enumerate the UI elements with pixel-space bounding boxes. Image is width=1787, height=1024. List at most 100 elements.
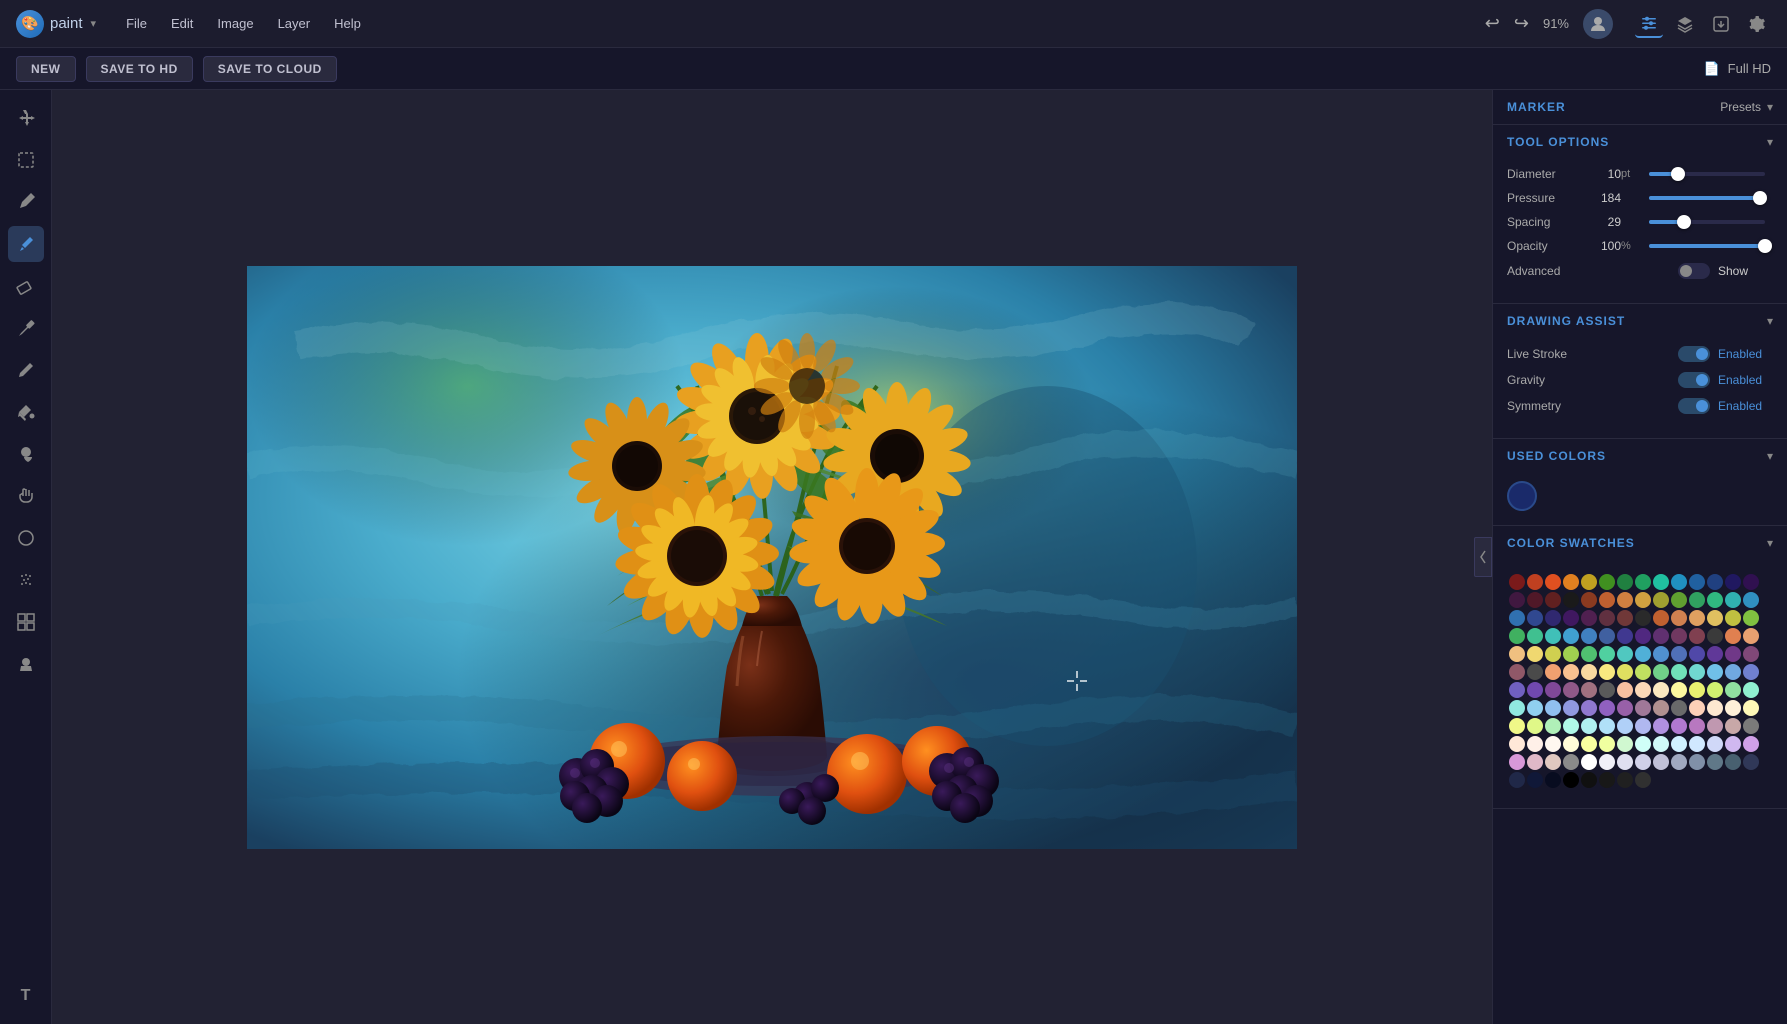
color-swatch-135[interactable] [1671,736,1687,752]
color-swatch-133[interactable] [1635,736,1651,752]
color-swatch-24[interactable] [1689,592,1705,608]
color-swatch-141[interactable] [1527,754,1543,770]
save-cloud-button[interactable]: SAVE TO CLOUD [203,56,337,82]
painting-canvas[interactable] [247,266,1297,849]
collapse-panel-button[interactable] [1474,537,1492,577]
color-swatch-111[interactable] [1743,700,1759,716]
color-swatches-header[interactable]: COLOR SWATCHES ▾ [1493,526,1787,560]
shape-tool[interactable] [8,520,44,556]
color-swatch-61[interactable] [1599,646,1615,662]
smear-tool[interactable] [8,436,44,472]
gravity-toggle[interactable] [1678,372,1710,388]
color-swatch-45[interactable] [1563,628,1579,644]
color-swatch-72[interactable] [1545,664,1561,680]
color-swatch-21[interactable] [1635,592,1651,608]
pressure-slider[interactable] [1649,196,1765,200]
color-swatch-37[interactable] [1671,610,1687,626]
text-tool[interactable]: T [8,978,44,1014]
color-swatch-128[interactable] [1545,736,1561,752]
stamp-tool[interactable] [8,646,44,682]
color-swatch-36[interactable] [1653,610,1669,626]
color-swatch-156[interactable] [1545,772,1561,788]
live-stroke-toggle[interactable] [1678,346,1710,362]
color-swatch-38[interactable] [1689,610,1705,626]
color-swatch-11[interactable] [1707,574,1723,590]
color-swatch-46[interactable] [1581,628,1597,644]
color-swatch-146[interactable] [1617,754,1633,770]
color-swatch-16[interactable] [1545,592,1561,608]
color-swatch-23[interactable] [1671,592,1687,608]
color-swatch-88[interactable] [1581,682,1597,698]
marker-tool[interactable] [8,310,44,346]
spacing-slider[interactable] [1649,220,1765,224]
color-swatch-82[interactable] [1725,664,1741,680]
pencil-tool[interactable] [8,352,44,388]
color-swatch-125[interactable] [1743,718,1759,734]
color-swatch-35[interactable] [1635,610,1651,626]
color-swatch-18[interactable] [1581,592,1597,608]
color-swatch-149[interactable] [1671,754,1687,770]
user-avatar[interactable] [1583,9,1613,39]
color-swatch-42[interactable] [1509,628,1525,644]
menu-edit[interactable]: Edit [161,12,203,35]
spray-tool[interactable] [8,562,44,598]
color-swatch-20[interactable] [1617,592,1633,608]
color-swatch-103[interactable] [1599,700,1615,716]
color-swatch-69[interactable] [1743,646,1759,662]
color-swatch-138[interactable] [1725,736,1741,752]
color-swatch-118[interactable] [1617,718,1633,734]
color-swatch-33[interactable] [1599,610,1615,626]
settings-icon[interactable] [1743,10,1771,38]
color-swatch-32[interactable] [1581,610,1597,626]
color-swatch-66[interactable] [1689,646,1705,662]
color-swatch-155[interactable] [1527,772,1543,788]
hand-tool[interactable] [8,478,44,514]
color-swatch-55[interactable] [1743,628,1759,644]
color-swatch-57[interactable] [1527,646,1543,662]
color-swatch-116[interactable] [1581,718,1597,734]
color-swatch-101[interactable] [1563,700,1579,716]
color-swatch-19[interactable] [1599,592,1615,608]
color-swatch-98[interactable] [1509,700,1525,716]
marker-header[interactable]: MARKER Presets ▾ [1493,90,1787,124]
color-swatch-130[interactable] [1581,736,1597,752]
color-swatch-104[interactable] [1617,700,1633,716]
move-tool[interactable] [8,100,44,136]
grid-tool[interactable] [8,604,44,640]
adjust-icon[interactable] [1635,10,1663,38]
select-tool[interactable] [8,142,44,178]
color-swatch-58[interactable] [1545,646,1561,662]
color-swatch-137[interactable] [1707,736,1723,752]
color-swatch-131[interactable] [1599,736,1615,752]
color-swatch-89[interactable] [1599,682,1615,698]
color-swatch-122[interactable] [1689,718,1705,734]
color-swatch-14[interactable] [1509,592,1525,608]
menu-help[interactable]: Help [324,12,371,35]
color-swatch-147[interactable] [1635,754,1651,770]
color-swatch-90[interactable] [1617,682,1633,698]
used-color-1[interactable] [1507,481,1537,511]
color-swatch-124[interactable] [1725,718,1741,734]
color-swatch-27[interactable] [1743,592,1759,608]
color-swatch-75[interactable] [1599,664,1615,680]
color-swatch-114[interactable] [1545,718,1561,734]
color-swatch-115[interactable] [1563,718,1579,734]
drawing-assist-header[interactable]: DRAWING ASSIST ▾ [1493,304,1787,338]
color-swatch-26[interactable] [1725,592,1741,608]
color-swatch-56[interactable] [1509,646,1525,662]
color-swatch-60[interactable] [1581,646,1597,662]
tool-options-header[interactable]: TOOL OPTIONS ▾ [1493,125,1787,159]
color-swatch-121[interactable] [1671,718,1687,734]
color-swatch-63[interactable] [1635,646,1651,662]
color-swatch-13[interactable] [1743,574,1759,590]
color-swatch-68[interactable] [1725,646,1741,662]
presets-dropdown[interactable]: Presets ▾ [1720,100,1773,114]
color-swatch-59[interactable] [1563,646,1579,662]
color-swatch-31[interactable] [1563,610,1579,626]
color-swatch-86[interactable] [1545,682,1561,698]
color-swatch-99[interactable] [1527,700,1543,716]
color-swatch-150[interactable] [1689,754,1705,770]
export-icon[interactable] [1707,10,1735,38]
color-swatch-67[interactable] [1707,646,1723,662]
color-swatch-10[interactable] [1689,574,1705,590]
